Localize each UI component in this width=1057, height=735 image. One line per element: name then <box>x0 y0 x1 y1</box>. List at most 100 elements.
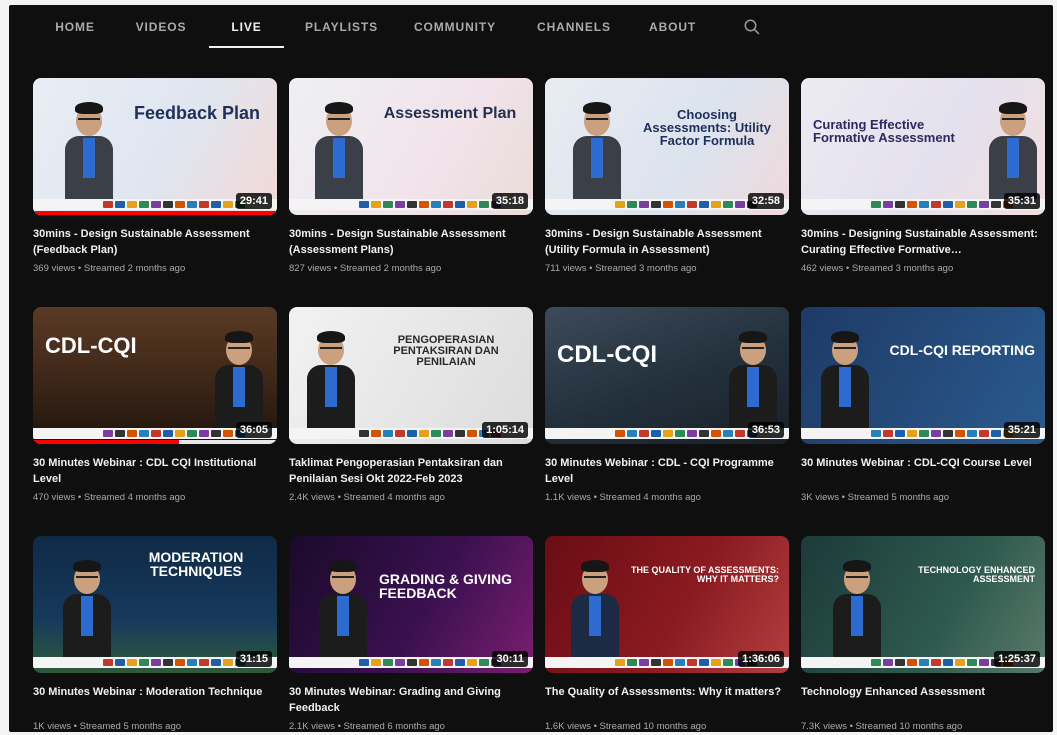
sponsor-logo-icon <box>139 201 149 208</box>
video-card[interactable]: TECHNOLOGY ENHANCED ASSESSMENT 1:25:37 Tec… <box>801 536 1045 732</box>
video-title[interactable]: 30mins - Design Sustainable Assessment (… <box>33 226 273 258</box>
video-card[interactable]: Feedback Plan 29:41 30mins - Design Sustai… <box>33 78 277 276</box>
video-card[interactable]: CDL-CQI 36:05 30 Minutes Webinar : CDL CQI… <box>33 307 277 505</box>
presenter-figure <box>569 92 625 202</box>
duration-badge: 35:21 <box>1003 422 1040 438</box>
tab-about[interactable]: ABOUT <box>649 5 695 47</box>
sponsor-logo-icon <box>979 430 989 437</box>
sponsor-logo-icon <box>883 430 893 437</box>
watch-progress-fill <box>33 440 180 444</box>
video-meta: 2.4K views • Streamed 4 months ago <box>289 491 533 505</box>
tab-home[interactable]: HOME <box>55 5 95 47</box>
video-card[interactable]: MODERATION TECHNIQUES 31:15 30 Minutes Web… <box>33 536 277 732</box>
video-card[interactable]: CDL-CQI 36:53 30 Minutes Webinar : CDL - C… <box>545 307 789 505</box>
tab-videos[interactable]: VIDEOS <box>135 5 187 47</box>
sponsor-logo-icon <box>359 201 369 208</box>
video-card[interactable]: CDL-CQI REPORTING 35:21 30 Minutes Webinar… <box>801 307 1045 505</box>
presenter-figure <box>985 92 1041 202</box>
duration-badge: 36:53 <box>747 422 784 438</box>
video-title[interactable]: 30 Minutes Webinar: Grading and Giving F… <box>289 684 529 716</box>
tab-playlists[interactable]: PLAYLISTS <box>305 5 377 47</box>
sponsor-logo-icon <box>127 659 137 666</box>
thumbnail-headline: MODERATION TECHNIQUES <box>148 549 244 579</box>
video-thumbnail[interactable]: Assessment Plan 35:18 <box>289 78 533 215</box>
sponsor-logo-icon <box>615 659 625 666</box>
video-title[interactable]: 30 Minutes Webinar : CDL CQI Institution… <box>33 455 273 487</box>
search-icon[interactable] <box>743 18 761 36</box>
view-count: 462 views <box>801 263 844 274</box>
video-title[interactable]: Technology Enhanced Assessment <box>801 684 1041 716</box>
sponsor-logo-icon <box>895 659 905 666</box>
sponsor-logo-icon <box>467 430 477 437</box>
video-thumbnail[interactable]: THE QUALITY OF ASSESSMENTS: WHY IT MATTE… <box>545 536 789 673</box>
sponsor-logo-icon <box>651 659 661 666</box>
sponsor-logo-icon <box>931 659 941 666</box>
sponsor-logo-icon <box>663 659 673 666</box>
stream-age: Streamed 10 months ago <box>855 721 963 732</box>
video-thumbnail[interactable]: CDL-CQI 36:53 <box>545 307 789 444</box>
sponsor-logo-icon <box>431 430 441 437</box>
duration-badge: 32:58 <box>747 193 784 209</box>
video-card[interactable]: THE QUALITY OF ASSESSMENTS: WHY IT MATTE… <box>545 536 789 732</box>
video-card[interactable]: Choosing Assessments: Utility Factor For… <box>545 78 789 276</box>
video-thumbnail[interactable]: PENGOPERASIAN PENTAKSIRAN DAN PENILAIAN 1… <box>289 307 533 444</box>
sponsor-logo-icon <box>651 430 661 437</box>
video-title[interactable]: 30mins - Designing Sustainable Assessmen… <box>801 226 1041 258</box>
video-thumbnail[interactable]: CDL-CQI REPORTING 35:21 <box>801 307 1045 444</box>
sponsor-logo-icon <box>735 430 745 437</box>
video-card[interactable]: Assessment Plan 35:18 30mins - Design Sust… <box>289 78 533 276</box>
video-thumbnail[interactable]: Feedback Plan 29:41 <box>33 78 277 215</box>
duration-badge: 1:25:37 <box>994 651 1040 667</box>
video-thumbnail[interactable]: Curating Effective Formative Assessment 3… <box>801 78 1045 215</box>
video-thumbnail[interactable]: Choosing Assessments: Utility Factor For… <box>545 78 789 215</box>
video-thumbnail[interactable]: GRADING & GIVING FEEDBACK 30:11 <box>289 536 533 673</box>
sponsor-logo-icon <box>151 659 161 666</box>
video-meta: 3K views • Streamed 5 months ago <box>801 491 1045 505</box>
sponsor-logo-icon <box>223 201 233 208</box>
channel-live-page: HOME VIDEOS LIVE PLAYLISTS COMMUNITY CHA… <box>9 5 1053 732</box>
video-card[interactable]: Curating Effective Formative Assessment 3… <box>801 78 1045 276</box>
sponsor-logo-icon <box>175 201 185 208</box>
tab-live[interactable]: LIVE <box>209 5 284 48</box>
view-count: 7.3K views <box>801 721 847 732</box>
sponsor-logo-icon <box>163 201 173 208</box>
sponsor-logo-icon <box>919 430 929 437</box>
stream-age: Streamed 10 months ago <box>599 721 707 732</box>
sponsor-logo-icon <box>955 201 965 208</box>
video-title[interactable]: 30mins - Design Sustainable Assessment (… <box>545 226 785 258</box>
sponsor-logo-icon <box>419 659 429 666</box>
sponsor-logo-icon <box>711 659 721 666</box>
sponsor-logo-icon <box>639 659 649 666</box>
sponsor-logo-icon <box>443 659 453 666</box>
sponsor-logo-icon <box>371 201 381 208</box>
sponsor-logo-icon <box>871 659 881 666</box>
stream-age: Streamed 5 months ago <box>79 721 182 732</box>
view-count: 1K views <box>33 721 72 732</box>
video-card[interactable]: PENGOPERASIAN PENTAKSIRAN DAN PENILAIAN 1… <box>289 307 533 505</box>
video-thumbnail[interactable]: MODERATION TECHNIQUES 31:15 <box>33 536 277 673</box>
duration-badge: 29:41 <box>235 193 272 209</box>
sponsor-logo-icon <box>103 201 113 208</box>
sponsor-logo-icon <box>103 659 113 666</box>
tab-channels[interactable]: CHANNELS <box>537 5 610 47</box>
tab-community[interactable]: COMMUNITY <box>413 5 497 47</box>
video-title[interactable]: Taklimat Pengoperasian Pentaksiran dan P… <box>289 455 529 487</box>
meta-separator: • <box>334 721 344 732</box>
video-title[interactable]: The Quality of Assessments: Why it matte… <box>545 684 785 716</box>
video-thumbnail[interactable]: CDL-CQI 36:05 <box>33 307 277 444</box>
video-title[interactable]: 30 Minutes Webinar : Moderation Techniqu… <box>33 684 273 716</box>
view-count: 827 views <box>289 263 332 274</box>
video-title[interactable]: 30mins - Design Sustainable Assessment (… <box>289 226 529 258</box>
thumbnail-headline: CDL-CQI REPORTING <box>889 342 1035 358</box>
sponsor-logo-icon <box>723 201 733 208</box>
sponsor-logo-icon <box>103 430 113 437</box>
sponsor-logo-icon <box>163 659 173 666</box>
video-meta: 7.3K views • Streamed 10 months ago <box>801 720 1045 732</box>
video-thumbnail[interactable]: TECHNOLOGY ENHANCED ASSESSMENT 1:25:37 <box>801 536 1045 673</box>
video-card[interactable]: GRADING & GIVING FEEDBACK 30:11 30 Minutes… <box>289 536 533 732</box>
video-title[interactable]: 30 Minutes Webinar : CDL-CQI Course Leve… <box>801 455 1041 487</box>
sponsor-logo-icon <box>187 430 197 437</box>
sponsor-logo-icon <box>907 201 917 208</box>
view-count: 1.1K views <box>545 492 591 503</box>
video-title[interactable]: 30 Minutes Webinar : CDL - CQI Programme… <box>545 455 785 487</box>
